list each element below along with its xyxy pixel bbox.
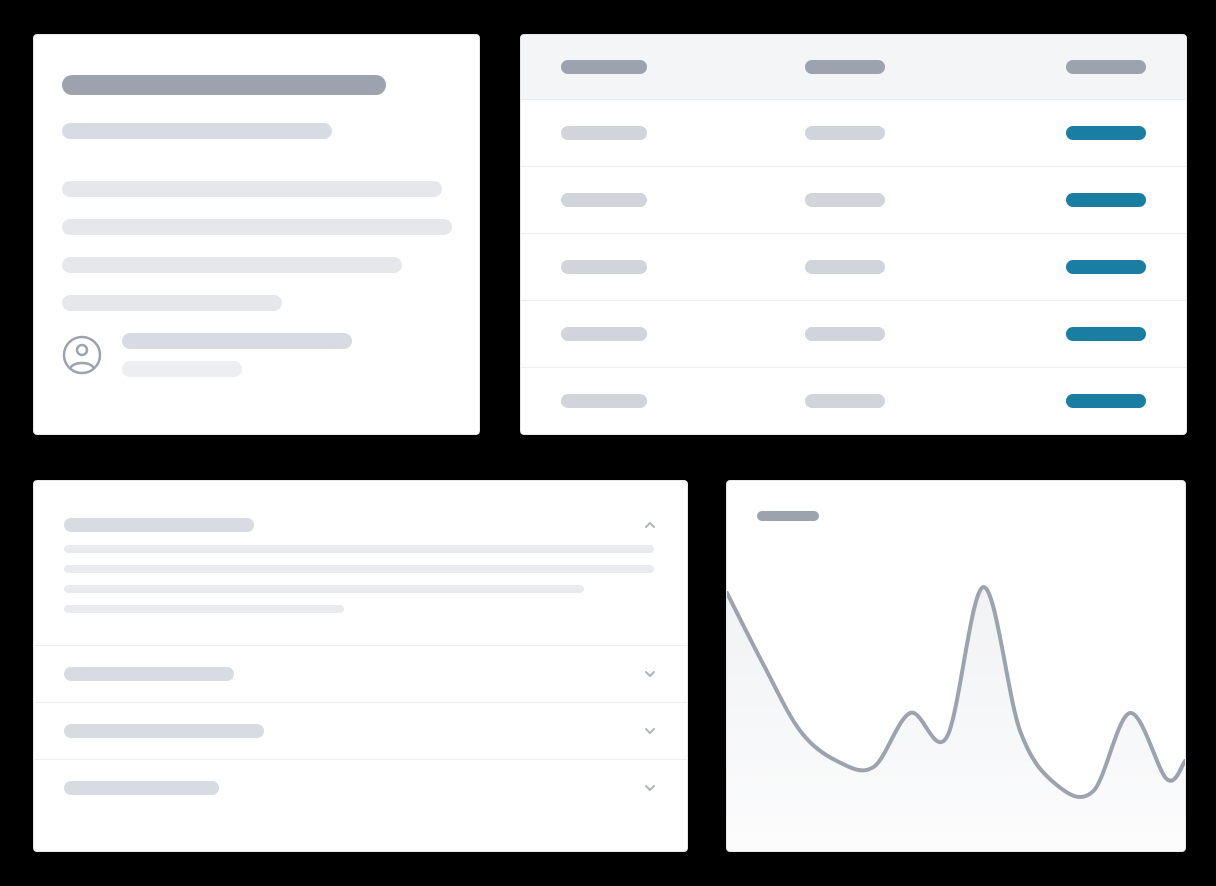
- table-action-link[interactable]: [1066, 260, 1146, 274]
- table-action-link[interactable]: [1066, 394, 1146, 408]
- table-cell: [805, 260, 885, 274]
- accordion-item: [34, 760, 687, 816]
- accordion-item: [34, 646, 687, 703]
- table-row[interactable]: [521, 166, 1186, 233]
- article-title: [62, 75, 386, 95]
- table-cell: [805, 193, 885, 207]
- area-chart: [727, 551, 1185, 851]
- author-name: [122, 333, 352, 349]
- table-cell: [561, 193, 647, 207]
- body-line: [64, 605, 344, 613]
- accordion-label: [64, 781, 219, 795]
- table-row[interactable]: [521, 367, 1186, 434]
- accordion-item: [34, 505, 687, 646]
- article-body: [62, 181, 451, 311]
- table-cell: [561, 327, 647, 341]
- accordion-item: [34, 703, 687, 760]
- body-line: [62, 181, 442, 197]
- table-row[interactable]: [521, 300, 1186, 367]
- accordion-card: [33, 480, 688, 852]
- chevron-down-icon: [643, 667, 657, 681]
- article-card: [33, 34, 480, 435]
- chevron-down-icon: [643, 724, 657, 738]
- accordion-body: [64, 545, 657, 613]
- table-action-link[interactable]: [1066, 126, 1146, 140]
- table-header-cell: [561, 60, 647, 74]
- chevron-up-icon: [643, 518, 657, 532]
- data-table-card: [520, 34, 1187, 435]
- accordion-label: [64, 667, 234, 681]
- table-header: [521, 35, 1186, 99]
- body-line: [62, 295, 282, 311]
- user-avatar-icon: [62, 335, 102, 375]
- accordion-header[interactable]: [64, 646, 657, 702]
- table-cell: [561, 260, 647, 274]
- table-action-link[interactable]: [1066, 193, 1146, 207]
- body-line: [62, 219, 452, 235]
- chart-title: [757, 511, 819, 521]
- chevron-down-icon: [643, 781, 657, 795]
- article-subtitle: [62, 123, 332, 139]
- accordion-label: [64, 518, 254, 532]
- table-cell: [805, 394, 885, 408]
- accordion-header[interactable]: [64, 703, 657, 759]
- accordion-label: [64, 724, 264, 738]
- chart-card: [726, 480, 1186, 852]
- accordion-header[interactable]: [64, 505, 657, 545]
- table-header-cell: [805, 60, 885, 74]
- author-block: [62, 333, 451, 377]
- table-cell: [805, 126, 885, 140]
- table-header-cell: [1066, 60, 1146, 74]
- accordion-header[interactable]: [64, 760, 657, 816]
- body-line: [64, 585, 584, 593]
- author-meta: [122, 361, 242, 377]
- table-cell: [805, 327, 885, 341]
- table-row[interactable]: [521, 233, 1186, 300]
- body-line: [62, 257, 402, 273]
- table-cell: [561, 394, 647, 408]
- body-line: [64, 565, 654, 573]
- table-cell: [561, 126, 647, 140]
- body-line: [64, 545, 654, 553]
- table-action-link[interactable]: [1066, 327, 1146, 341]
- table-row[interactable]: [521, 99, 1186, 166]
